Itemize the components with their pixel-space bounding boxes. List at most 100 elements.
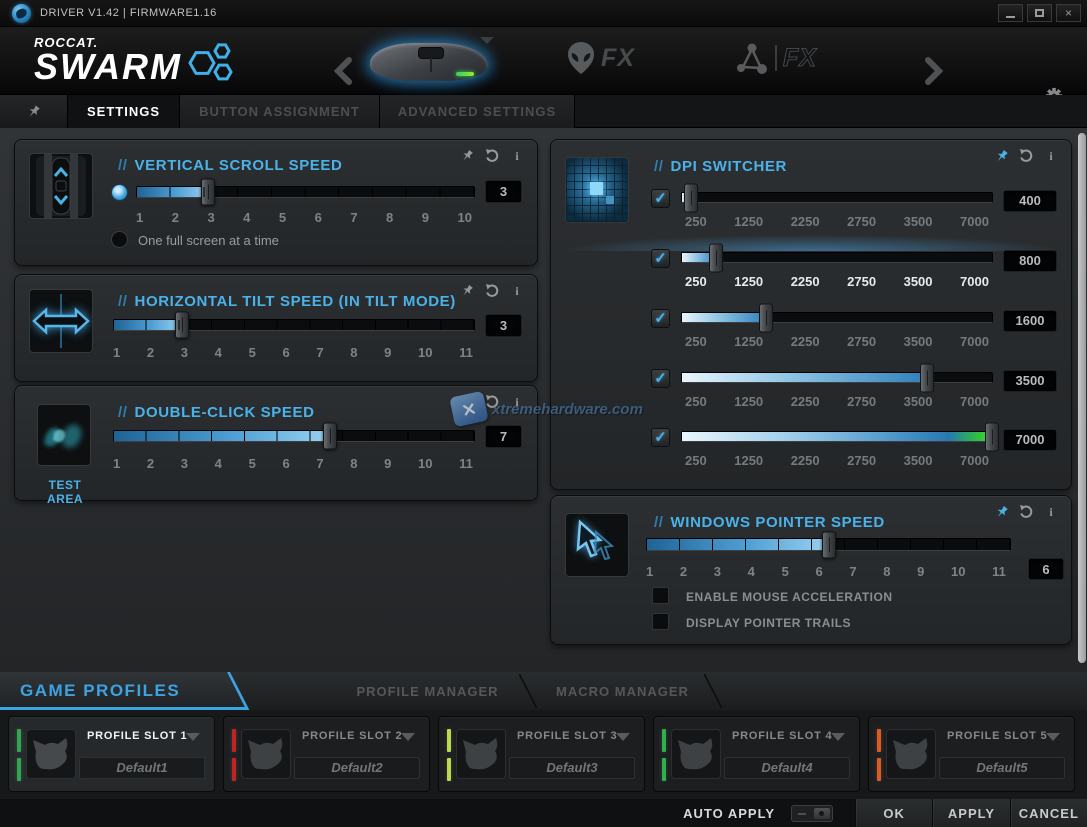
double-click-value: 7 [485,425,522,448]
tick-label: 2250 [791,453,820,468]
dpi-slider[interactable] [681,372,993,383]
apply-button[interactable]: APPLY [932,799,1009,827]
double-click-test-area[interactable] [37,404,91,466]
double-click-slider[interactable] [113,430,475,442]
profile-name-input[interactable]: Default4 [724,757,850,779]
pin-panel-icon-active[interactable] [993,504,1009,520]
horizontal-tilt-slider[interactable] [113,319,475,331]
profile-slot-label: PROFILE SLOT 1 [87,730,187,742]
tick-label: 2250 [791,274,820,289]
prev-device-chevron-icon[interactable] [330,57,356,85]
minimize-button[interactable] [998,4,1023,22]
pointer-trails-label: DISPLAY POINTER TRAILS [686,616,851,630]
auto-apply-toggle[interactable] [791,805,833,822]
slider-thumb[interactable] [920,363,934,392]
reset-panel-icon[interactable] [484,394,500,410]
profile-name-input[interactable]: Default1 [79,757,205,779]
reset-panel-icon[interactable] [484,283,500,299]
profile-slot-2[interactable]: PROFILE SLOT 2 Default2 [223,716,430,792]
info-icon[interactable]: i [1043,504,1059,520]
tick-label: 11 [992,564,1006,579]
mouse-acceleration-checkbox[interactable] [652,587,669,604]
reset-panel-icon[interactable] [1018,148,1034,164]
full-screen-radio[interactable] [111,231,128,248]
tick-label: 7 [316,456,323,471]
slider-thumb[interactable] [759,303,773,332]
dpi-checkbox[interactable]: ✓ [651,189,670,208]
dpi-row-5: ✓ 25012502250275035007000 7000 [551,423,1073,483]
alienfx-fx-text: FX [601,44,635,73]
slot-dropdown-caret-icon[interactable] [1046,733,1060,741]
info-icon[interactable]: i [1043,148,1059,164]
dpi-scale: 25012502250275035007000 [685,274,989,289]
next-device-chevron-icon[interactable] [921,57,947,85]
vertical-scroll-slider[interactable] [136,186,475,198]
info-icon[interactable]: i [509,148,525,164]
profile-slot-1[interactable]: PROFILE SLOT 1 Default1 [8,716,215,792]
tick-scale: 1234567891011 [646,564,1006,579]
slot-dropdown-caret-icon[interactable] [401,733,415,741]
vertical-scroll-speed-panel: //VERTICAL SCROLL SPEED i 3 12345678910 … [14,139,538,266]
pin-tab-button[interactable] [0,95,68,128]
info-icon[interactable]: i [509,394,525,410]
profile-name-input[interactable]: Default5 [939,757,1065,779]
device-dropdown-caret-icon[interactable] [480,37,494,44]
pin-panel-icon-active[interactable] [993,148,1009,164]
reset-panel-icon[interactable] [484,148,500,164]
pointer-trails-checkbox[interactable] [652,613,669,630]
dpi-slider[interactable] [681,192,993,203]
tab-profile-manager[interactable]: PROFILE MANAGER [345,672,510,710]
dpi-checkbox[interactable]: ✓ [651,369,670,388]
profile-slot-3[interactable]: PROFILE SLOT 3 Default3 [438,716,645,792]
dpi-checkbox[interactable]: ✓ [651,249,670,268]
profile-name-input[interactable]: Default3 [509,757,635,779]
slot-dropdown-caret-icon[interactable] [616,733,630,741]
dpi-checkbox[interactable]: ✓ [651,309,670,328]
tick-label: 1 [113,345,120,360]
dpi-slider[interactable] [681,252,993,263]
tab-settings[interactable]: SETTINGS [68,95,180,128]
dpi-slider[interactable] [681,431,993,442]
tick-label: 1250 [734,214,763,229]
roccat-cat-icon [456,729,506,779]
dpi-value: 800 [1003,250,1057,272]
slider-thumb[interactable] [985,422,999,451]
dpi-checkbox[interactable]: ✓ [651,428,670,447]
info-icon[interactable]: i [509,283,525,299]
panel-title: //DOUBLE-CLICK SPEED [118,404,315,421]
maximize-button[interactable] [1027,4,1052,22]
roccat-swarm-window: { "ui": { "slash": "//" }, "window": { "… [0,0,1087,827]
ok-button[interactable]: OK [855,799,932,827]
pointer-cursor-icon [565,513,629,577]
dpi-slider[interactable] [681,312,993,323]
pin-panel-icon[interactable] [459,283,475,299]
profile-name-input[interactable]: Default2 [294,757,420,779]
tab-macro-manager[interactable]: MACRO MANAGER [545,672,700,710]
dpi-value: 400 [1003,190,1057,212]
scroll-lines-radio[interactable] [111,184,128,201]
tab-advanced-settings[interactable]: ADVANCED SETTINGS [380,95,575,128]
profile-slot-label: PROFILE SLOT 5 [947,730,1047,742]
pin-panel-icon[interactable] [459,148,475,164]
slot-dropdown-caret-icon[interactable] [186,733,200,741]
cancel-button[interactable]: CANCEL [1010,799,1087,827]
slot-dropdown-caret-icon[interactable] [831,733,845,741]
tab-button-assignment[interactable]: BUTTON ASSIGNMENT [180,95,380,128]
slider-thumb[interactable] [684,183,698,212]
profile-slot-4[interactable]: PROFILE SLOT 4 Default4 [653,716,860,792]
tick-label: 7 [316,345,323,360]
horizontal-tilt-speed-panel: //HORIZONTAL TILT SPEED (IN TILT MODE) i… [14,274,538,382]
talkfx-molecule-icon [733,41,769,75]
tick-scale: 12345678910 [136,210,472,225]
vertical-scrollbar[interactable] [1078,133,1086,663]
talkfx-button[interactable]: FX [733,41,817,75]
tick-label: 2750 [847,394,876,409]
close-button[interactable]: × [1056,4,1081,22]
tick-label: 8 [350,345,357,360]
slider-thumb[interactable] [709,243,723,272]
reset-panel-icon[interactable] [1018,504,1034,520]
tick-label: 7000 [960,274,989,289]
pointer-speed-slider[interactable] [646,538,1011,551]
alienfx-button[interactable]: FX [567,41,635,75]
profile-slot-5[interactable]: PROFILE SLOT 5 Default5 [868,716,1075,792]
